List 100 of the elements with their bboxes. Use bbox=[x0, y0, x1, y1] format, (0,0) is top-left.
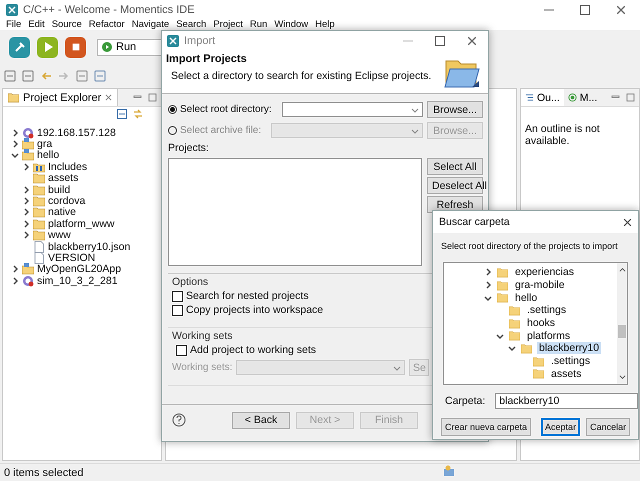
tree-item[interactable]: www bbox=[48, 229, 71, 242]
folder-icon bbox=[533, 354, 544, 368]
build-button[interactable] bbox=[9, 36, 30, 58]
close-icon[interactable] bbox=[105, 94, 112, 101]
tree-item[interactable]: gra bbox=[37, 138, 52, 150]
app-logo-icon bbox=[167, 35, 179, 47]
chevron-down-icon[interactable] bbox=[11, 151, 19, 160]
stop-button[interactable] bbox=[65, 36, 86, 58]
tree-item[interactable]: MyOpenGL20App bbox=[37, 263, 122, 276]
wizard-button[interactable]: < Back bbox=[232, 412, 290, 428]
scroll-up-icon[interactable] bbox=[618, 266, 626, 273]
menu-item[interactable]: Edit bbox=[28, 20, 45, 30]
folder-item[interactable]: blackberry10 bbox=[537, 342, 602, 354]
folder-item[interactable]: .settings bbox=[549, 355, 592, 368]
menu-item[interactable]: File bbox=[6, 20, 22, 30]
tree-item[interactable]: blackberry10.json bbox=[48, 240, 130, 253]
target-icon bbox=[22, 126, 34, 139]
field-label: Carpeta: bbox=[444, 395, 486, 407]
tree-item[interactable]: assets bbox=[48, 172, 78, 184]
dialog-title: Import bbox=[184, 35, 216, 47]
menu-item[interactable]: Run bbox=[250, 20, 268, 30]
menu-item[interactable]: Help bbox=[315, 20, 335, 30]
play-icon bbox=[102, 42, 112, 52]
target-icon bbox=[22, 274, 34, 287]
folder-item[interactable]: .settings bbox=[525, 304, 568, 316]
close-icon[interactable] bbox=[623, 218, 632, 226]
window-title: C/C++ - Welcome - Momentics IDE bbox=[23, 4, 196, 16]
folder-item[interactable]: gra-mobile bbox=[513, 279, 567, 292]
dialog-title: Buscar carpeta bbox=[439, 216, 511, 228]
hammer-icon bbox=[14, 41, 26, 53]
folder-item[interactable]: hello bbox=[513, 292, 540, 304]
folder-item[interactable]: platforms bbox=[525, 330, 572, 342]
includes-icon bbox=[33, 160, 45, 173]
radio-button[interactable]: Select root directory: bbox=[168, 104, 272, 115]
close-icon[interactable] bbox=[467, 36, 477, 46]
launch-button[interactable] bbox=[37, 36, 58, 58]
scroll-down-icon[interactable] bbox=[618, 374, 626, 381]
folder-icon bbox=[533, 367, 544, 380]
maximize-icon[interactable] bbox=[148, 93, 157, 102]
dialog-description: Select root directory of the projects to import bbox=[440, 240, 619, 253]
list-button[interactable]: Select All bbox=[427, 158, 483, 175]
dialog-button[interactable]: Crear nueva carpeta bbox=[441, 418, 532, 436]
folder-tree[interactable]: experiencias gra-mobile hello .settings hooks platforms blackberry10 .settings assets bbox=[443, 262, 628, 385]
tree-item[interactable]: native bbox=[48, 206, 76, 218]
collapse-all-icon[interactable] bbox=[117, 109, 127, 119]
tree-item[interactable]: cordova bbox=[48, 195, 86, 208]
app-logo-icon bbox=[6, 4, 18, 16]
folder-item[interactable]: assets bbox=[549, 368, 584, 380]
chevron-down-icon[interactable] bbox=[484, 294, 492, 302]
close-icon[interactable] bbox=[616, 5, 626, 15]
dialog-description: Select a directory to search for existing Eclipse projects. bbox=[170, 70, 432, 82]
tree-item[interactable]: platform_www bbox=[48, 218, 115, 230]
menu-item[interactable]: Source bbox=[52, 20, 82, 30]
project-folder-icon bbox=[22, 263, 34, 276]
help-icon[interactable] bbox=[172, 413, 186, 427]
dialog-heading: Import Projects bbox=[166, 53, 248, 65]
tree-item[interactable]: Includes bbox=[48, 160, 88, 173]
folder-icon bbox=[33, 218, 45, 230]
status-text: 0 items selected bbox=[4, 466, 84, 478]
maximize-icon[interactable] bbox=[580, 5, 590, 15]
field-label: Working sets: bbox=[172, 362, 232, 373]
path-combo-box[interactable] bbox=[282, 102, 423, 117]
menu-item[interactable]: Project bbox=[213, 20, 243, 30]
folder-item[interactable]: hooks bbox=[525, 317, 558, 330]
dialog-button[interactable]: Aceptar bbox=[541, 418, 580, 436]
menu-item[interactable]: Navigate bbox=[132, 20, 170, 30]
scroll-thumb[interactable] bbox=[618, 325, 626, 338]
outline-icon bbox=[525, 93, 534, 102]
tree-item[interactable]: hello bbox=[37, 149, 60, 162]
projects-list[interactable] bbox=[168, 158, 422, 266]
folder-icon bbox=[497, 278, 508, 292]
view-tab[interactable]: Ou... bbox=[521, 89, 564, 106]
folder-icon bbox=[497, 266, 508, 279]
tree-item[interactable]: sim_10_3_2_281 bbox=[37, 274, 118, 287]
menu-item[interactable]: Refactor bbox=[88, 20, 125, 30]
folder-icon bbox=[33, 172, 45, 184]
tree-item[interactable]: 192.168.157.128 bbox=[37, 126, 116, 139]
folder-item[interactable]: experiencias bbox=[513, 266, 576, 278]
folder-icon bbox=[33, 184, 45, 196]
group-title: Working sets bbox=[172, 330, 234, 342]
group-title: Options bbox=[172, 276, 210, 288]
folder-icon bbox=[33, 206, 45, 218]
project-explorer-tab[interactable]: Project Explorer bbox=[3, 89, 118, 106]
folder-field[interactable]: blackberry10 bbox=[495, 393, 638, 409]
chevron-right-icon[interactable] bbox=[22, 162, 30, 171]
tree-item[interactable]: VERSION bbox=[48, 252, 96, 264]
folder-icon bbox=[8, 92, 19, 103]
browse-button[interactable]: Browse... bbox=[427, 101, 483, 118]
folder-icon bbox=[33, 195, 45, 208]
folder-icon bbox=[521, 342, 532, 355]
project-folder-icon bbox=[22, 138, 34, 150]
dialog-button[interactable]: Cancelar bbox=[586, 418, 630, 436]
tree-item[interactable]: build bbox=[48, 184, 70, 196]
file-icon bbox=[33, 252, 45, 264]
maximize-icon[interactable] bbox=[435, 36, 445, 46]
menu-item[interactable]: Search bbox=[176, 20, 206, 30]
folder-icon bbox=[33, 229, 45, 242]
scrollbar[interactable] bbox=[617, 263, 627, 384]
menu-item[interactable]: Window bbox=[274, 20, 308, 30]
maximize-icon[interactable] bbox=[626, 93, 635, 102]
